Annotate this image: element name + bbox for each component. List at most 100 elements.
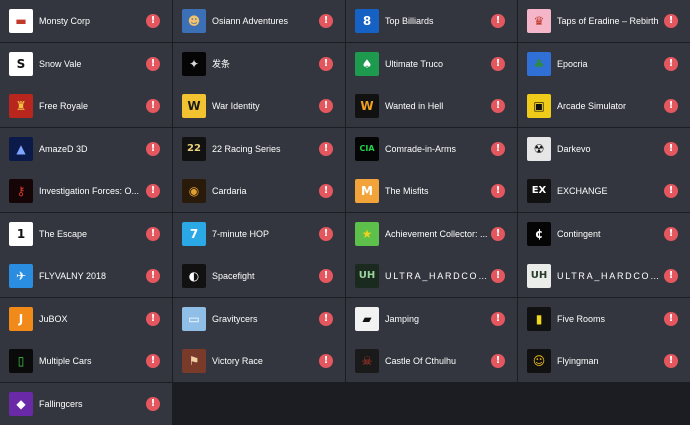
game-tile[interactable]: ▯ Multiple Cars! [0, 340, 172, 382]
game-title: Osiann Adventures [212, 16, 289, 26]
game-tile[interactable]: EX EXCHANGE! [518, 170, 690, 212]
game-tile[interactable]: ♜ Free Royale! [0, 85, 172, 127]
warning-icon[interactable]: ! [146, 99, 160, 113]
game-title: Gravitycers [212, 313, 258, 324]
game-title: EXCHANGE [557, 186, 608, 196]
game-tile[interactable]: ▰ Jamping! [346, 297, 517, 340]
warning-icon[interactable]: ! [319, 14, 333, 28]
warning-icon[interactable]: ! [146, 56, 160, 71]
warning-icon[interactable]: ! [664, 226, 678, 241]
game-title: 发条 [212, 58, 231, 69]
warning-icon[interactable]: ! [146, 354, 160, 368]
warning-icon[interactable]: ! [664, 14, 678, 28]
game-title: Contingent [557, 228, 601, 239]
game-tile[interactable]: ♣ Epocria! [518, 42, 690, 85]
game-tile[interactable]: ▲ AmazeD 3D! [0, 127, 172, 170]
game-tile[interactable]: 7 7-minute HOP! [173, 212, 345, 255]
game-title: Castle Of Cthulhu [385, 356, 457, 366]
warning-icon[interactable]: ! [491, 141, 505, 156]
game-tile[interactable]: ⚑ Victory Race! [173, 340, 345, 382]
warning-icon[interactable]: ! [319, 141, 333, 156]
warning-icon[interactable]: ! [146, 269, 160, 283]
warning-icon[interactable]: ! [146, 141, 160, 156]
game-title: Wanted in Hell [385, 101, 444, 111]
warning-icon[interactable]: ! [664, 141, 678, 156]
game-title: Cardaria [212, 186, 247, 196]
warning-icon[interactable]: ! [664, 99, 678, 113]
warning-icon[interactable]: ! [146, 14, 160, 28]
game-tile[interactable]: ▮ Five Rooms! [518, 297, 690, 340]
multiple-cars-icon: ▯ [9, 349, 33, 373]
7-minute-hop-icon: 7 [182, 221, 206, 246]
castle-of-cthulhu-icon: ☠ [355, 349, 379, 373]
warning-icon[interactable]: ! [319, 226, 333, 241]
game-title: Multiple Cars [39, 356, 92, 366]
game-tile[interactable]: ♠ Ultimate Truco! [346, 42, 517, 85]
contingent-icon: ¢ [527, 221, 551, 246]
game-title: Investigation Forces: O... [39, 186, 140, 196]
game-tile[interactable]: 1 The Escape! [0, 212, 172, 255]
22-racing-series-icon: 22 [182, 136, 206, 161]
game-tile[interactable]: ▬ Monsty Corp! [0, 0, 172, 42]
warning-icon[interactable]: ! [319, 269, 333, 283]
warning-icon[interactable]: ! [491, 354, 505, 368]
warning-icon[interactable]: ! [664, 56, 678, 71]
game-tile[interactable]: ☻ Osiann Adventures! [173, 0, 345, 42]
game-tile[interactable]: ♛ Taps of Eradine – Rebirth! [518, 0, 690, 42]
five-rooms-icon: ▮ [527, 306, 551, 331]
game-tile[interactable]: ☺ Flyingman! [518, 340, 690, 382]
warning-icon[interactable]: ! [491, 311, 505, 326]
game-title: Darkevo [557, 143, 591, 154]
game-tile[interactable]: ✦ 发条! [173, 42, 345, 85]
game-tile[interactable]: J JuBOX! [0, 297, 172, 340]
game-tile[interactable]: 22 22 Racing Series! [173, 127, 345, 170]
warning-icon[interactable]: ! [319, 56, 333, 71]
warning-icon[interactable]: ! [664, 269, 678, 283]
warning-icon[interactable]: ! [664, 354, 678, 368]
warning-icon[interactable]: ! [146, 396, 160, 411]
game-title: Achievement Collector: ... [385, 228, 488, 239]
game-tile[interactable]: W Wanted in Hell! [346, 85, 517, 127]
game-tile[interactable]: CIA Comrade-in-Arms! [346, 127, 517, 170]
warning-icon[interactable]: ! [491, 226, 505, 241]
taps-of-eradine-icon: ♛ [527, 9, 551, 33]
game-tile[interactable]: ✈ FLYVALNY 2018! [0, 255, 172, 297]
game-tile[interactable]: ◉ Cardaria! [173, 170, 345, 212]
game-tile[interactable]: ⚷ Investigation Forces: O...! [0, 170, 172, 212]
game-tile[interactable]: ☢ Darkevo! [518, 127, 690, 170]
warning-icon[interactable]: ! [319, 184, 333, 198]
game-tile[interactable]: S Snow Vale! [0, 42, 172, 85]
game-tile[interactable]: UH ULTRA_HARDCO...! [346, 255, 517, 297]
flyvalny-2018-icon: ✈ [9, 264, 33, 288]
warning-icon[interactable]: ! [491, 56, 505, 71]
game-tile[interactable]: ¢ Contingent! [518, 212, 690, 255]
game-tile[interactable]: ☠ Castle Of Cthulhu! [346, 340, 517, 382]
game-tile[interactable]: 8 Top Billiards! [346, 0, 517, 42]
warning-icon[interactable]: ! [664, 311, 678, 326]
warning-icon[interactable]: ! [491, 184, 505, 198]
warning-icon[interactable]: ! [319, 311, 333, 326]
warning-icon[interactable]: ! [491, 269, 505, 283]
game-tile[interactable]: ▣ Arcade Simulator! [518, 85, 690, 127]
warning-icon[interactable]: ! [146, 311, 160, 326]
warning-icon[interactable]: ! [664, 184, 678, 198]
warning-icon[interactable]: ! [491, 99, 505, 113]
game-tile[interactable]: UH ULTRA_HARDCO...! [518, 255, 690, 297]
game-tile[interactable]: ▭ Gravitycers! [173, 297, 345, 340]
flyingman-icon: ☺ [527, 349, 551, 373]
warning-icon[interactable]: ! [491, 14, 505, 28]
game-title: Top Billiards [385, 16, 434, 26]
ultimate-truco-icon: ♠ [355, 51, 379, 76]
warning-icon[interactable]: ! [146, 226, 160, 241]
game-tile[interactable]: W War Identity! [173, 85, 345, 127]
game-tile[interactable]: M The Misfits! [346, 170, 517, 212]
game-tile[interactable]: ◐ Spacefight! [173, 255, 345, 297]
clockwork-icon: ✦ [182, 51, 206, 76]
warning-icon[interactable]: ! [319, 354, 333, 368]
cardaria-icon: ◉ [182, 179, 206, 203]
warning-icon[interactable]: ! [146, 184, 160, 198]
game-tile[interactable]: ★ Achievement Collector: ...! [346, 212, 517, 255]
game-tile[interactable]: ◆ Fallingcers! [0, 382, 172, 425]
warning-icon[interactable]: ! [319, 99, 333, 113]
fallingcers-icon: ◆ [9, 391, 33, 416]
